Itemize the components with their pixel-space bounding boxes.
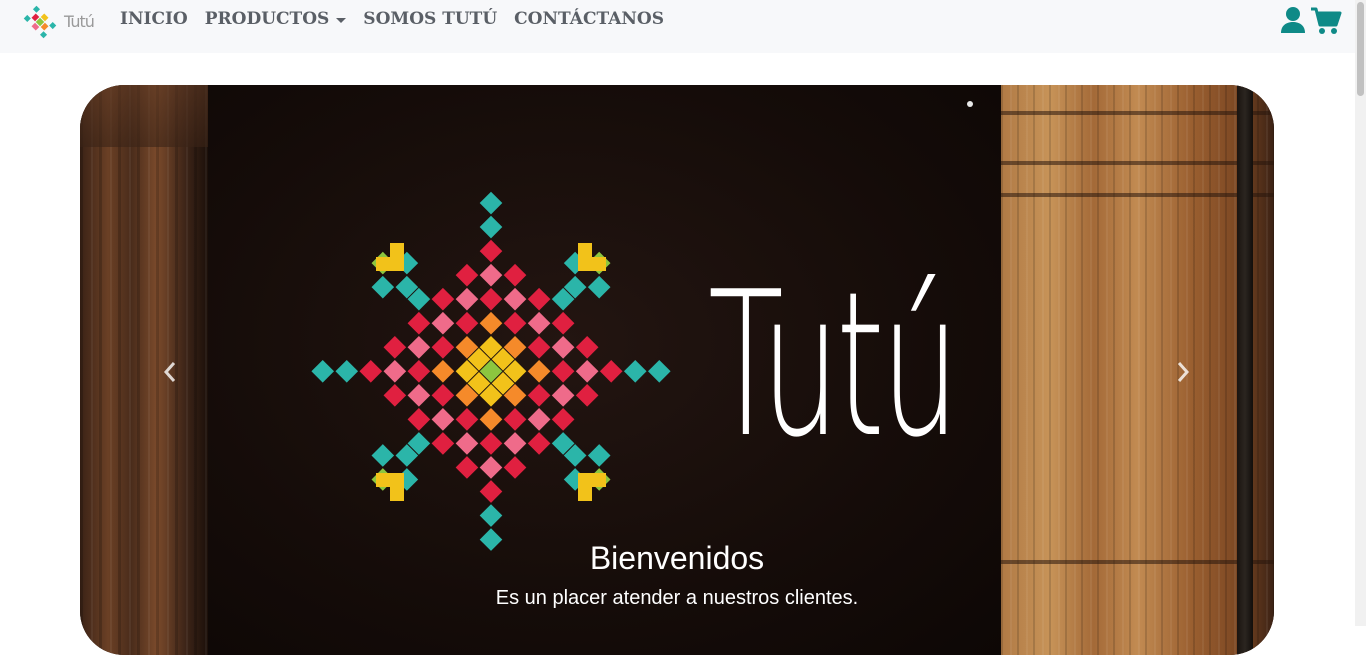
nav-link-somos-tutu[interactable]: SOMOS TUTÚ xyxy=(363,9,497,29)
hero-carousel: Tutú Bienvenidos Es un placer atender a … xyxy=(80,85,1274,655)
carousel-prev-button[interactable] xyxy=(155,357,185,387)
scroll-thumb[interactable] xyxy=(1357,2,1364,96)
chevron-left-icon xyxy=(163,362,176,382)
main-nav: INICIO PRODUCTOS SOMOS TUTÚ CONTÁCTANOS xyxy=(120,9,681,29)
caret-down-icon xyxy=(336,17,347,23)
nav-link-somos-tutu-label: SOMOS TUTÚ xyxy=(363,9,498,29)
carousel-caption-title: Bienvenidos xyxy=(589,540,765,576)
nav-link-contactanos[interactable]: CONTÁCTANOS xyxy=(514,9,664,29)
light-dot xyxy=(967,101,973,107)
nav-link-productos-label: PRODUCTOS xyxy=(204,9,330,29)
navbar: Tutú INICIO PRODUCTOS SOMOS TUTÚ CONTÁCT… xyxy=(0,0,1355,53)
nav-link-contactanos-label: CONTÁCTANOS xyxy=(514,9,665,29)
brand-text: Tutú xyxy=(64,12,95,31)
nav-link-productos[interactable]: PRODUCTOS xyxy=(205,9,347,29)
nav-link-inicio-label: INICIO xyxy=(120,9,188,29)
hero-wordmark: Tutú xyxy=(708,249,960,482)
chevron-right-icon xyxy=(1177,362,1190,382)
brand-logo[interactable]: Tutú xyxy=(18,4,95,40)
tutu-emblem-icon xyxy=(23,5,57,39)
carousel-next-button[interactable] xyxy=(1168,357,1198,387)
shopping-cart-icon[interactable] xyxy=(1310,6,1342,40)
user-icon[interactable] xyxy=(1280,6,1306,40)
page-scrollbar[interactable] xyxy=(1355,0,1366,626)
tutu-emblem-icon xyxy=(311,191,671,551)
carousel-caption-text: Es un placer atender a nuestros clientes… xyxy=(495,587,859,609)
nav-link-inicio[interactable]: INICIO xyxy=(120,9,188,29)
nav-icons xyxy=(1280,6,1342,40)
